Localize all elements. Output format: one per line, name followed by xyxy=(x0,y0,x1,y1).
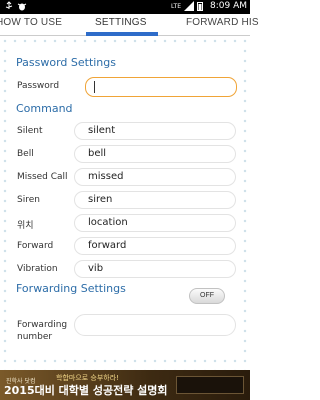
command-label-silent: Silent xyxy=(17,126,43,136)
forwarding-number-field[interactable] xyxy=(74,314,236,336)
usb-icon xyxy=(4,1,14,11)
text-caret xyxy=(94,81,95,93)
command-field-bell[interactable]: bell xyxy=(74,145,236,163)
password-label: Password xyxy=(17,81,60,91)
clock: 8:09 AM xyxy=(210,1,247,11)
password-settings-title: Password Settings xyxy=(16,56,116,69)
command-field-location[interactable]: location xyxy=(74,214,236,232)
command-field-forward[interactable]: forward xyxy=(74,237,236,255)
command-label-location: 위치 xyxy=(17,221,34,231)
ad-headline: 2015대비 대학별 성공전략 설명회 xyxy=(4,384,168,397)
command-field-silent[interactable]: silent xyxy=(74,122,236,140)
command-label-bell: Bell xyxy=(17,149,34,159)
command-label-vibration: Vibration xyxy=(17,264,58,274)
ad-info-box xyxy=(176,376,244,394)
status-bar: LTE 8:09 AM xyxy=(0,0,250,14)
forwarding-number-label-line2: number xyxy=(17,332,53,342)
ad-banner[interactable]: 진학사 닷컴 학합마으로 승부하라! 2015대비 대학별 성공전략 설명회 xyxy=(0,370,250,400)
bug-icon xyxy=(17,1,27,11)
tab-settings[interactable]: SETTINGS xyxy=(95,17,147,28)
command-field-missed-call[interactable]: missed xyxy=(74,168,236,186)
settings-content[interactable]: Password Settings Password Command Silen… xyxy=(0,36,250,370)
tab-bar: HOW TO USE SETTINGS FORWARD HIS xyxy=(0,14,259,36)
tab-forward-history[interactable]: FORWARD HIS xyxy=(186,17,259,28)
command-label-forward: Forward xyxy=(17,241,54,251)
command-label-missed-call: Missed Call xyxy=(17,172,68,182)
network-type: LTE xyxy=(171,2,181,10)
tab-how-to-use[interactable]: HOW TO USE xyxy=(0,17,62,28)
forwarding-number-label-line1: Forwarding xyxy=(17,320,68,330)
settings-panel: Password Settings Password Command Silen… xyxy=(7,48,241,358)
password-field[interactable] xyxy=(85,77,237,97)
forwarding-settings-title: Forwarding Settings xyxy=(16,282,126,295)
command-field-vibration[interactable]: vib xyxy=(74,260,236,278)
forwarding-toggle[interactable]: OFF xyxy=(189,288,225,304)
command-field-siren[interactable]: siren xyxy=(74,191,236,209)
signal-icon xyxy=(184,1,194,11)
battery-icon xyxy=(197,1,207,11)
command-label-siren: Siren xyxy=(17,195,40,205)
command-title: Command xyxy=(16,102,73,115)
